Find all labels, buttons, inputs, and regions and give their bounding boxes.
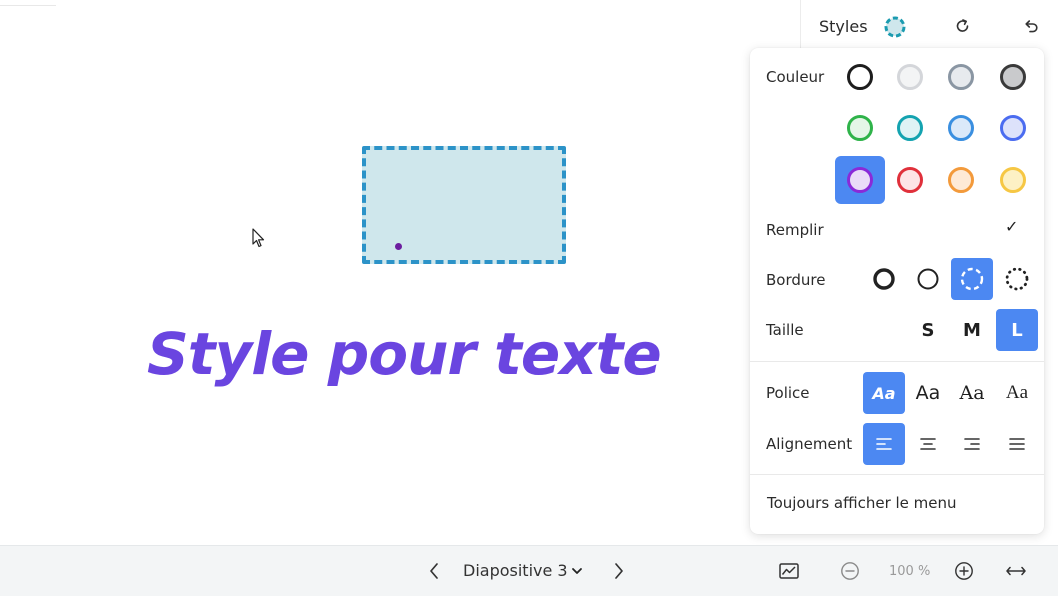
canvas-rectangle-shape[interactable]	[362, 146, 566, 264]
color-swatch-teal[interactable]	[885, 104, 935, 152]
panel-divider	[750, 474, 1044, 475]
color-label: Couleur	[766, 68, 825, 86]
color-swatch-indigo[interactable]	[988, 104, 1038, 152]
top-edge-line	[0, 5, 56, 6]
font-sample-mono: Aa	[1005, 382, 1029, 403]
fill-checkmark[interactable]: ✓	[1005, 217, 1018, 236]
align-left-icon	[876, 438, 892, 450]
border-dotted-button[interactable]	[996, 258, 1038, 300]
mouse-cursor-icon	[252, 228, 265, 248]
undo-button[interactable]	[1019, 15, 1041, 37]
solid-circle-icon	[917, 268, 939, 290]
styles-header: Styles	[800, 0, 1058, 52]
next-slide-button[interactable]	[605, 557, 633, 585]
redo-button[interactable]	[952, 15, 974, 37]
dotted-circle-icon	[1005, 267, 1029, 291]
color-swatch-light-grey[interactable]	[885, 53, 935, 101]
font-mono-button[interactable]: Aa	[996, 372, 1038, 414]
fill-label: Remplir	[766, 221, 824, 239]
slide-selector[interactable]: Diapositive 3	[463, 561, 568, 580]
color-swatch-orange[interactable]	[936, 156, 986, 204]
horizontal-arrows-icon	[1006, 566, 1026, 576]
styles-panel: Couleur Remplir ✓ Bordure Taille S M L P…	[750, 48, 1044, 534]
font-draw-button[interactable]: Aa	[863, 372, 905, 414]
styles-title: Styles	[819, 17, 868, 36]
zoom-out-icon	[841, 562, 859, 580]
chart-icon	[779, 563, 799, 579]
zoom-in-icon	[955, 562, 973, 580]
dashed-circle-icon[interactable]	[883, 15, 907, 39]
bottom-bar: Diapositive 3 100 %	[0, 545, 1058, 596]
color-swatch-dark-grey[interactable]	[988, 53, 1038, 101]
shape-handle[interactable]	[395, 243, 402, 250]
zoom-out-button[interactable]	[836, 557, 864, 585]
border-solid-thick-button[interactable]	[863, 258, 905, 300]
zoom-in-button[interactable]	[950, 557, 978, 585]
align-right-button[interactable]	[951, 423, 993, 465]
minimap-button[interactable]	[775, 557, 803, 585]
panel-divider	[750, 361, 1044, 362]
color-swatch-violet[interactable]	[835, 156, 885, 204]
align-center-icon	[920, 438, 936, 450]
undo-icon	[1025, 20, 1038, 33]
color-swatch-red[interactable]	[885, 156, 935, 204]
canvas-text[interactable]: Style pour texte	[147, 318, 662, 390]
chevron-left-icon	[430, 563, 438, 579]
color-swatch-blue[interactable]	[936, 104, 986, 152]
slide-dropdown-button[interactable]	[563, 557, 591, 585]
size-m-label: M	[963, 319, 981, 341]
font-sample-sans: Aa	[915, 382, 941, 404]
align-center-button[interactable]	[907, 423, 949, 465]
align-right-icon	[964, 438, 980, 450]
chevron-right-icon	[615, 563, 623, 579]
color-swatch-grey[interactable]	[936, 53, 986, 101]
border-dashed-button[interactable]	[951, 258, 993, 300]
align-justify-button[interactable]	[996, 423, 1038, 465]
size-s-button[interactable]: S	[907, 309, 949, 351]
size-l-label: L	[1011, 319, 1023, 341]
size-l-button[interactable]: L	[996, 309, 1038, 351]
font-sans-button[interactable]: Aa	[907, 372, 949, 414]
zoom-level: 100 %	[889, 564, 931, 579]
solid-thick-circle-icon	[873, 268, 895, 290]
fit-width-button[interactable]	[1002, 557, 1030, 585]
font-sample-draw: Aa	[872, 383, 896, 403]
font-sample-serif: Aa	[959, 382, 985, 404]
previous-slide-button[interactable]	[420, 557, 448, 585]
align-left-button[interactable]	[863, 423, 905, 465]
size-m-button[interactable]: M	[951, 309, 993, 351]
dashed-circle-icon	[960, 267, 984, 291]
color-swatch-yellow[interactable]	[988, 156, 1038, 204]
size-s-label: S	[921, 319, 935, 341]
border-solid-thin-button[interactable]	[907, 258, 949, 300]
chevron-down-icon	[572, 568, 582, 574]
align-justify-icon	[1009, 438, 1025, 450]
border-label: Bordure	[766, 271, 826, 289]
redo-icon	[956, 19, 969, 32]
alignment-label: Alignement	[766, 435, 853, 453]
font-serif-button[interactable]: Aa	[951, 372, 993, 414]
always-show-menu-toggle[interactable]: Toujours afficher le menu	[767, 494, 957, 512]
color-swatch-black[interactable]	[835, 53, 885, 101]
color-swatch-green[interactable]	[835, 104, 885, 152]
size-label: Taille	[766, 321, 804, 339]
font-label: Police	[766, 384, 810, 402]
